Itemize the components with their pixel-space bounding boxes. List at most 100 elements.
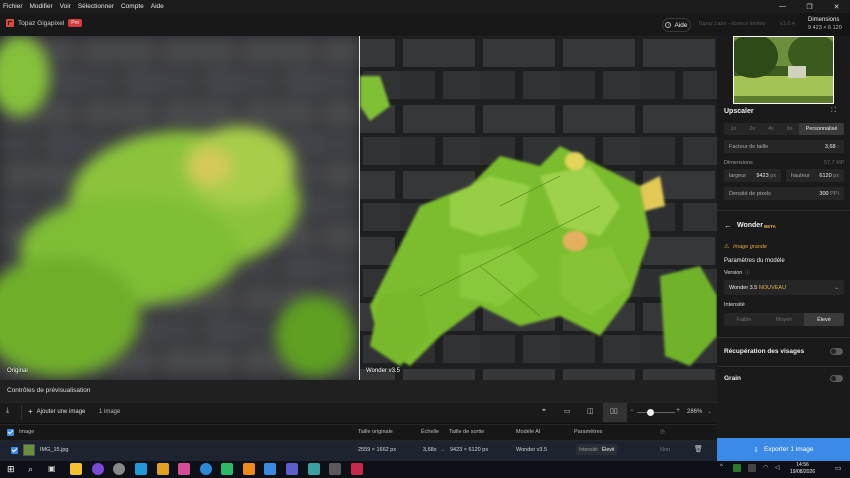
row-filename: IMG_15.jpg <box>40 447 69 453</box>
zoom-slider[interactable] <box>637 412 675 413</box>
separator <box>717 366 850 367</box>
version-label: Version <box>724 270 743 276</box>
upscaler-title: Upscaler <box>724 108 754 115</box>
grain-toggle[interactable] <box>830 375 843 382</box>
row-checkbox[interactable] <box>11 447 18 454</box>
height-value: 6120 <box>819 172 832 179</box>
tray-chevron-icon[interactable]: ^ <box>720 464 723 470</box>
app-icon[interactable] <box>264 463 276 475</box>
file-explorer-icon[interactable] <box>70 463 82 475</box>
help-label: Aide <box>674 21 688 29</box>
wifi-icon[interactable]: ◠ <box>763 464 768 471</box>
info-icon[interactable]: ⓘ <box>745 269 750 276</box>
scale-6x[interactable]: 6x <box>780 123 799 135</box>
app-icon[interactable] <box>135 463 147 475</box>
image-preview[interactable]: Original Wonder v3.5 <box>0 36 717 380</box>
app-icon[interactable] <box>157 463 169 475</box>
chevron-icon: › <box>837 143 839 150</box>
menu-compte[interactable]: Compte <box>121 3 144 10</box>
app-icon[interactable] <box>113 463 125 475</box>
gigapixel-taskbar-icon[interactable] <box>351 463 363 475</box>
size-factor-value: 3,68 <box>824 143 836 150</box>
app-icon[interactable] <box>92 463 104 475</box>
row-status: Non <box>660 447 671 453</box>
col-original-size: Taille originale <box>358 429 393 435</box>
width-value: 9423 <box>756 172 769 179</box>
task-view-icon[interactable]: ▣ <box>48 463 60 475</box>
face-recovery-toggle[interactable] <box>830 348 843 355</box>
clock[interactable]: 14:56 19/08/2026 <box>790 462 815 476</box>
width-unit: px <box>770 172 776 179</box>
app-icon[interactable] <box>329 463 341 475</box>
col-image: Image <box>19 429 35 435</box>
help-button[interactable]: i Aide <box>662 18 691 32</box>
col-output-size: Taille de sortie <box>449 429 485 435</box>
scale-custom[interactable]: Personnalisé <box>799 123 844 135</box>
topaz-logo-icon <box>6 19 14 27</box>
pixel-density-field[interactable]: Densité de pixels 300 PPI <box>724 187 844 200</box>
compare-divider[interactable] <box>359 36 360 380</box>
select-all-checkbox[interactable] <box>7 429 14 436</box>
add-image-button[interactable]: + Ajouter une image <box>28 407 85 416</box>
tray-app-icon[interactable] <box>733 464 741 472</box>
clock-date: 19/08/2026 <box>790 469 816 475</box>
clock-time: 14:56 <box>796 462 809 468</box>
windows-start-icon[interactable]: ⊞ <box>7 463 19 475</box>
pixel-density-label: Densité de pixels <box>729 190 771 197</box>
intensity-low[interactable]: Faible <box>724 313 764 326</box>
search-icon[interactable]: ⌕ <box>28 463 40 475</box>
row-original-size: 2559 × 1662 px <box>358 447 397 453</box>
dimensions-tooltip-value: 9 423 × 6 120 <box>808 25 842 31</box>
export-button[interactable]: ⇩ Exporter 1 image <box>717 438 850 461</box>
edge-icon[interactable] <box>200 463 212 475</box>
maximize-button[interactable]: ❐ <box>796 0 823 13</box>
scale-2x[interactable]: 2x <box>743 123 762 135</box>
trash-icon[interactable]: 🗑 <box>694 445 703 453</box>
preview-controls-title: Contrôles de prévisualisation <box>7 387 91 394</box>
menu-modifier[interactable]: Modifier <box>30 3 53 10</box>
col-ai-model: Modèle AI <box>516 429 541 435</box>
intensity-medium[interactable]: Moyen <box>764 313 804 326</box>
version-dropdown[interactable]: Wonder 3.5 NOUVEAU ⌄ <box>724 280 844 295</box>
original-label: Original <box>7 368 28 374</box>
navigator-frame <box>733 36 834 104</box>
row-output-size: 9423 × 6120 px <box>450 447 489 453</box>
height-field[interactable]: hauteur 6120 px <box>786 169 844 182</box>
menu-voir[interactable]: Voir <box>60 3 71 10</box>
notification-icon[interactable]: ▭ <box>835 464 842 472</box>
menu-aide[interactable]: Aide <box>151 3 164 10</box>
menu-fichier[interactable]: Fichier <box>3 3 23 10</box>
side-by-side-icon: ▯▯ <box>610 408 618 415</box>
volume-icon[interactable]: ◁ <box>775 464 780 471</box>
close-button[interactable]: ✕ <box>823 0 850 13</box>
pixel-density-unit: PPI <box>830 190 839 197</box>
app-icon[interactable] <box>178 463 190 475</box>
zoom-in-icon[interactable]: + <box>676 407 680 414</box>
scale-1x[interactable]: 1x <box>724 123 743 135</box>
zoom-out-icon[interactable]: − <box>630 408 634 414</box>
tray-app-icon[interactable] <box>748 464 756 472</box>
split-view-icon[interactable]: ◫ <box>587 407 594 415</box>
scale-4x[interactable]: 4x <box>762 123 781 135</box>
intensity-high[interactable]: Élevé <box>804 313 844 326</box>
export-icon: ⇩ <box>753 446 759 454</box>
info-icon: i <box>665 22 672 28</box>
zoom-slider-handle[interactable] <box>646 409 654 416</box>
crop-icon[interactable]: ⛶ <box>831 107 836 115</box>
focus-icon[interactable]: ⌖ <box>542 407 546 415</box>
arrow-left-icon[interactable]: ← <box>724 221 732 230</box>
collapse-icon[interactable]: ⤓ <box>6 407 9 415</box>
single-view-icon[interactable]: ▭ <box>564 407 571 415</box>
separator <box>717 210 850 211</box>
vlc-icon[interactable] <box>243 463 255 475</box>
menu-bar: Fichier Modifier Voir Sélectionner Compt… <box>0 0 850 13</box>
menu-selectionner[interactable]: Sélectionner <box>78 3 114 10</box>
app-icon[interactable] <box>308 463 320 475</box>
chevron-down-icon[interactable]: ⌄ <box>707 408 712 415</box>
size-factor-field[interactable]: Facteur de taille 3,68 › <box>724 140 844 153</box>
teams-icon[interactable] <box>286 463 298 475</box>
app-icon[interactable] <box>221 463 233 475</box>
original-half <box>0 36 359 380</box>
width-field[interactable]: largeur 9423 px <box>724 169 781 182</box>
minimize-button[interactable]: — <box>769 0 796 13</box>
